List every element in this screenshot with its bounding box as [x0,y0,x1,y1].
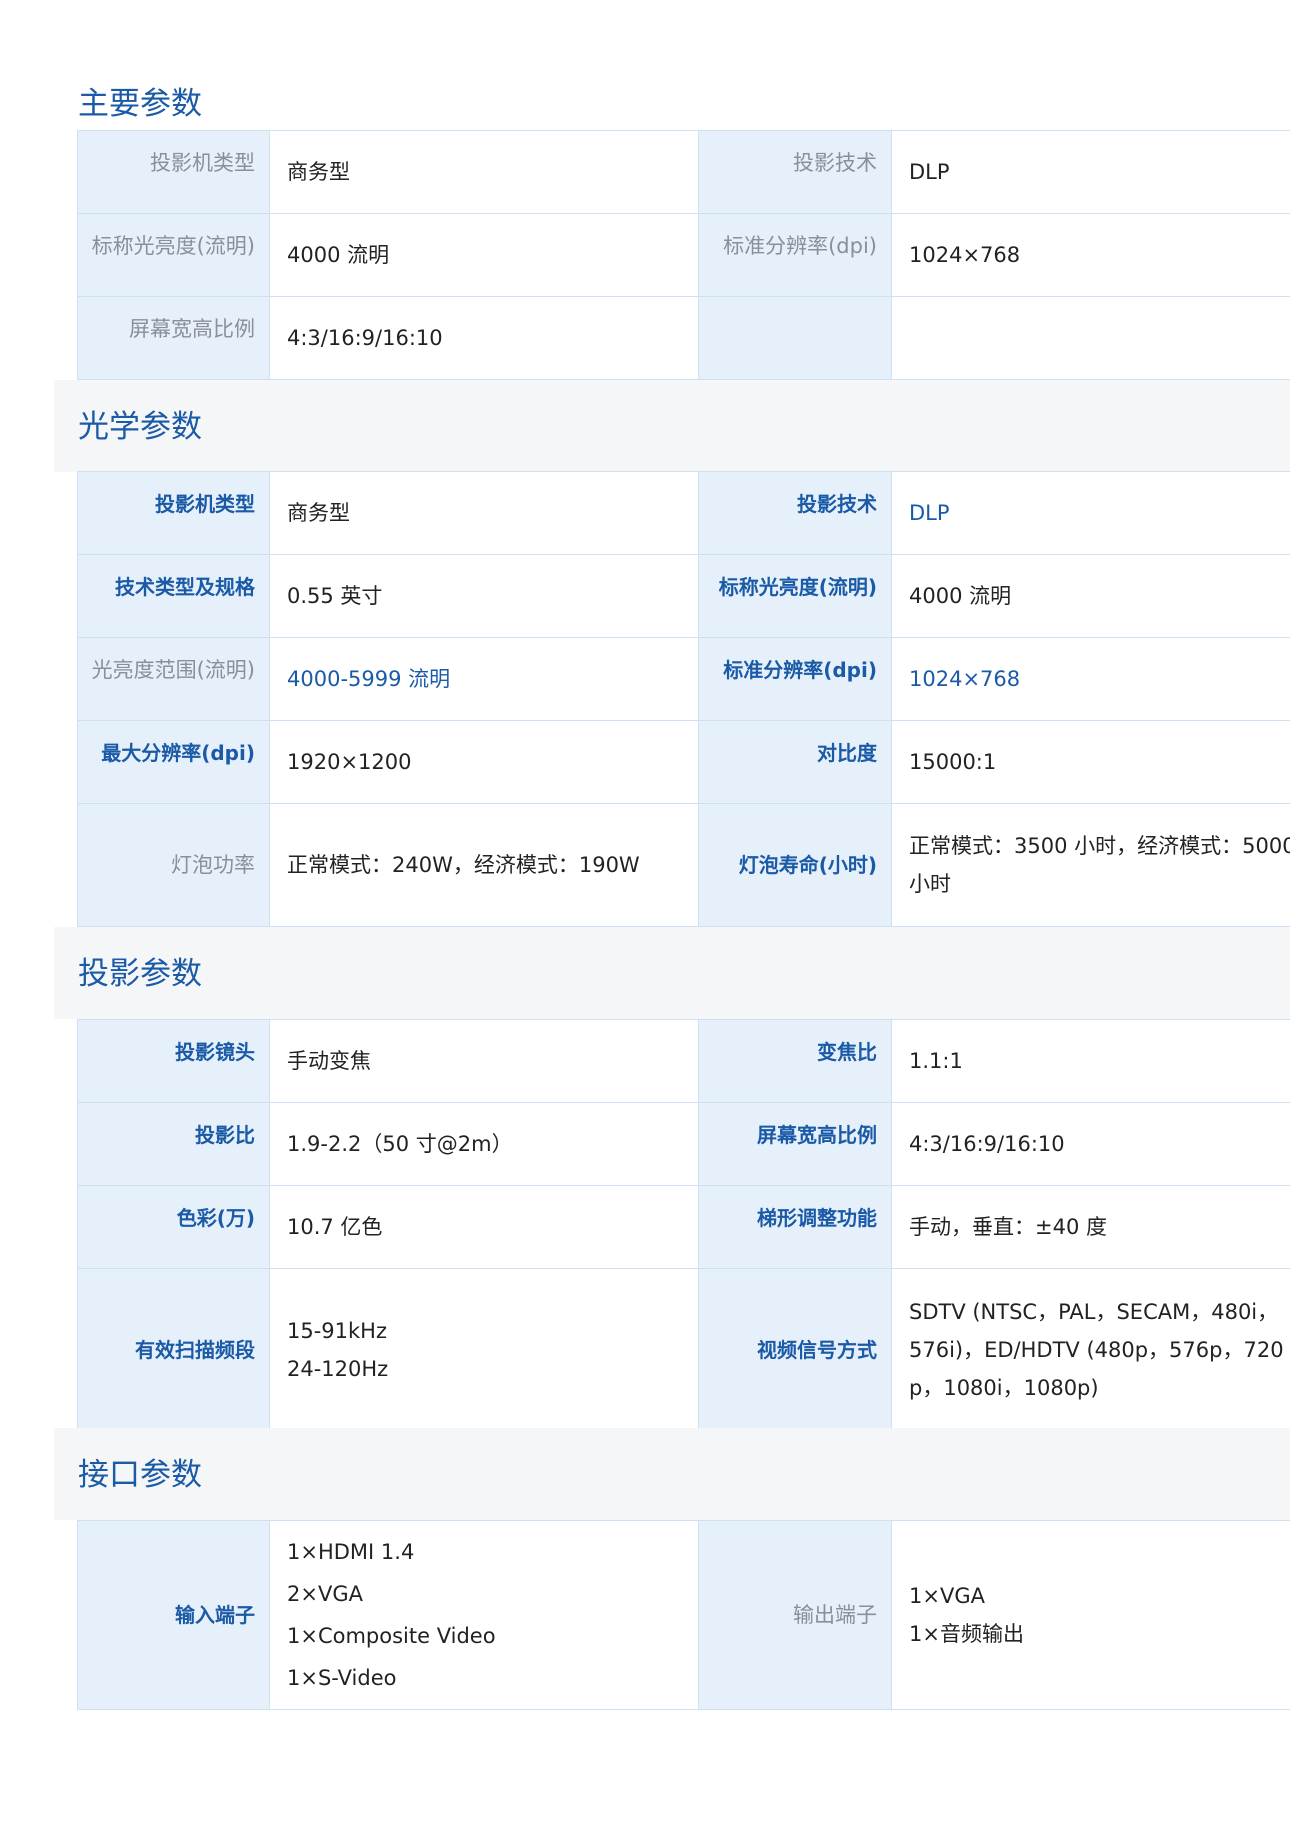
table-row: 标称光亮度(流明) 4000 流明 标准分辨率(dpi) 1024×768 [77,213,1290,297]
spec-label: 标称光亮度(流明) [77,213,270,297]
table-row: 投影机类型 商务型 投影技术 DLP [77,130,1290,214]
spec-label: 最大分辨率(dpi) [77,720,270,804]
spec-label [698,296,892,380]
table-row: 光亮度范围(流明) 4000-5999 流明 标准分辨率(dpi) 1024×7… [77,637,1290,721]
spec-value-line: 1×HDMI 1.4 [287,1540,415,1564]
spec-value-line: 正常模式：3500 小时，经济模式：5000 [909,834,1290,858]
spec-value: 正常模式：3500 小时，经济模式：5000 小时 [891,803,1290,927]
spec-value-line: 24-120Hz [287,1356,389,1381]
spec-label: 标称光亮度(流明) [698,554,892,638]
spec-table-main: 投影机类型 商务型 投影技术 DLP 标称光亮度(流明) 4000 流明 标准分… [77,130,1290,380]
section-title: 投影参数 [78,956,202,992]
spec-value-line: 1×VGA [909,1584,985,1608]
spec-label: 投影机类型 [77,130,270,214]
spec-value-line: 1×S-Video [287,1666,397,1690]
spec-value: 0.55 英寸 [269,554,699,638]
spec-label: 对比度 [698,720,892,804]
spec-label: 投影技术 [698,471,892,555]
spec-value: 正常模式：240W，经济模式：190W [269,803,699,927]
spec-value-line: 1×音频输出 [909,1622,1024,1646]
section-header-bar [54,380,1290,472]
table-row: 灯泡功率 正常模式：240W，经济模式：190W 灯泡寿命(小时) 正常模式：3… [77,803,1290,927]
table-row: 输入端子 1×HDMI 1.4 2×VGA 1×Composite Video … [77,1520,1290,1710]
spec-label: 投影技术 [698,130,892,214]
spec-label: 变焦比 [698,1019,892,1103]
spec-label: 投影机类型 [77,471,270,555]
spec-value: 1×HDMI 1.4 2×VGA 1×Composite Video 1×S-V… [269,1520,699,1710]
spec-value [891,296,1290,380]
table-row: 投影比 1.9-2.2（50 寸@2m） 屏幕宽高比例 4:3/16:9/16:… [77,1102,1290,1186]
spec-table-interface: 输入端子 1×HDMI 1.4 2×VGA 1×Composite Video … [77,1520,1290,1710]
spec-value: 1×VGA 1×音频输出 [891,1520,1290,1710]
spec-value: 1024×768 [891,213,1290,297]
spec-value: 4000 流明 [269,213,699,297]
spec-value: 商务型 [269,130,699,214]
spec-label: 有效扫描频段 [77,1268,270,1431]
spec-label: 技术类型及规格 [77,554,270,638]
spec-value-line: 1×Composite Video [287,1624,496,1648]
spec-value: 1.9-2.2（50 寸@2m） [269,1102,699,1186]
spec-page: 主要参数 投影机类型 商务型 投影技术 DLP 标称光亮度(流明) 4000 流… [0,0,1290,1823]
spec-value-line: p，1080i，1080p) [909,1375,1099,1400]
table-row: 屏幕宽高比例 4:3/16:9/16:10 [77,296,1290,380]
spec-label: 视频信号方式 [698,1268,892,1431]
spec-value-line: SDTV (NTSC，PAL，SECAM，480i， [909,1299,1279,1324]
spec-value-link[interactable]: 1024×768 [891,637,1290,721]
spec-value: 1920×1200 [269,720,699,804]
section-title: 主要参数 [78,86,202,122]
spec-label: 光亮度范围(流明) [77,637,270,721]
section-title: 光学参数 [78,409,202,445]
spec-value-link[interactable]: 4000-5999 流明 [269,637,699,721]
table-row: 投影机类型 商务型 投影技术 DLP [77,471,1290,555]
spec-value: SDTV (NTSC，PAL，SECAM，480i， 576i)，ED/HDTV… [891,1268,1290,1431]
spec-table-projection: 投影镜头 手动变焦 变焦比 1.1:1 投影比 1.9-2.2（50 寸@2m）… [77,1019,1290,1431]
spec-value-link[interactable]: DLP [891,471,1290,555]
spec-label: 屏幕宽高比例 [77,296,270,380]
spec-label: 投影比 [77,1102,270,1186]
spec-label: 色彩(万) [77,1185,270,1269]
section-title: 接口参数 [78,1457,202,1493]
spec-value-line: 15-91kHz [287,1318,387,1343]
spec-label: 标准分辨率(dpi) [698,637,892,721]
spec-label: 输出端子 [698,1520,892,1710]
spec-value: 4:3/16:9/16:10 [891,1102,1290,1186]
spec-value: 手动变焦 [269,1019,699,1103]
table-row: 技术类型及规格 0.55 英寸 标称光亮度(流明) 4000 流明 [77,554,1290,638]
table-row: 色彩(万) 10.7 亿色 梯形调整功能 手动，垂直：±40 度 [77,1185,1290,1269]
section-header-bar [54,927,1290,1019]
spec-value: 商务型 [269,471,699,555]
spec-value: 15000:1 [891,720,1290,804]
spec-value-line: 小时 [909,872,951,896]
table-row: 最大分辨率(dpi) 1920×1200 对比度 15000:1 [77,720,1290,804]
spec-value: DLP [891,130,1290,214]
table-row: 有效扫描频段 15-91kHz 24-120Hz 视频信号方式 SDTV (NT… [77,1268,1290,1431]
spec-label: 输入端子 [77,1520,270,1710]
spec-value: 15-91kHz 24-120Hz [269,1268,699,1431]
spec-value: 10.7 亿色 [269,1185,699,1269]
spec-label: 标准分辨率(dpi) [698,213,892,297]
spec-label: 灯泡寿命(小时) [698,803,892,927]
spec-value: 4:3/16:9/16:10 [269,296,699,380]
spec-value: 1.1:1 [891,1019,1290,1103]
spec-value: 手动，垂直：±40 度 [891,1185,1290,1269]
spec-value: 4000 流明 [891,554,1290,638]
table-row: 投影镜头 手动变焦 变焦比 1.1:1 [77,1019,1290,1103]
spec-table-optical: 投影机类型 商务型 投影技术 DLP 技术类型及规格 0.55 英寸 标称光亮度… [77,471,1290,927]
spec-label: 投影镜头 [77,1019,270,1103]
spec-value-line: 576i)，ED/HDTV (480p，576p，720 [909,1337,1284,1362]
section-header-bar [54,1428,1290,1520]
spec-label: 灯泡功率 [77,803,270,927]
spec-label: 梯形调整功能 [698,1185,892,1269]
spec-value-line: 2×VGA [287,1582,363,1606]
spec-label: 屏幕宽高比例 [698,1102,892,1186]
